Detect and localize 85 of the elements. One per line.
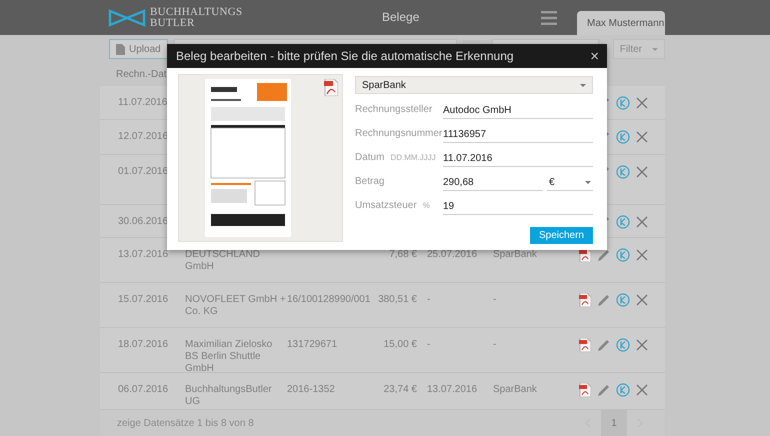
- pdf-icon[interactable]: [579, 293, 591, 307]
- table-cell-text: 13.07.2016: [117, 249, 170, 261]
- table-cell-text: 15,00 €: [382, 339, 417, 351]
- table-cell-text: 15.07.2016: [117, 294, 170, 306]
- k-circle-icon[interactable]: [616, 130, 630, 144]
- input-field[interactable]: 11136957: [443, 127, 593, 143]
- currency-dropdown[interactable]: €: [547, 175, 593, 191]
- table-cell: 131729671: [287, 339, 338, 350]
- input-field[interactable]: 19: [443, 199, 593, 215]
- field-label: Betrag: [355, 176, 384, 187]
- table-cell-text: DEUTSCHLAND GmbH: [185, 249, 262, 273]
- table-cell-text: 23,74 €: [382, 384, 417, 396]
- pencil-icon[interactable]: [597, 294, 610, 306]
- table-cell-text: SparBank: [493, 249, 538, 261]
- table-cell-text: -: [493, 339, 498, 351]
- column-header[interactable]: Rechn.-Dat.: [116, 69, 170, 80]
- logo-text: BUTLER: [150, 18, 196, 28]
- table-cell-text: 11.07.2016: [117, 97, 168, 109]
- table-cell-text: 380,51 €: [377, 294, 417, 306]
- field-label: Umsatzsteuer: [355, 200, 417, 211]
- table-cell-text: -: [426, 339, 432, 351]
- user-tab[interactable]: Max Mustermann: [577, 11, 665, 35]
- pdf-icon[interactable]: [579, 338, 591, 352]
- table-cell-text: 25.07.2016: [426, 249, 478, 261]
- pdf-icon[interactable]: [579, 383, 591, 397]
- delete-icon[interactable]: [636, 131, 648, 143]
- input-field[interactable]: 290,68: [443, 175, 543, 191]
- field-hint: %: [422, 201, 430, 210]
- table-cell: NOVOFLEET GmbH + Co. KG: [185, 294, 287, 318]
- field-label: Rechnungsnummer: [355, 128, 442, 139]
- save-button[interactable]: Speichern: [530, 227, 593, 244]
- table-cell-text: 13.07.2016: [426, 384, 478, 396]
- bowtie-logo-icon: [108, 8, 146, 26]
- close-button[interactable]: ×: [588, 48, 601, 64]
- table-cell-text: 06.07.2016: [117, 384, 170, 396]
- table-cell-text: -: [426, 294, 432, 306]
- page-title: Belege: [382, 10, 420, 24]
- k-circle-icon[interactable]: [616, 165, 630, 179]
- field-hint: DD.MM.JJJJ: [390, 153, 436, 162]
- table-cell-text: 30.06.2016: [117, 216, 170, 228]
- table-row[interactable]: 06.07.2016 BuchhaltungsButler UG 2016-1352 23,74 € 13.07.2016 SparBank: [100, 373, 665, 410]
- upload-button[interactable]: Upload: [109, 39, 168, 59]
- delete-icon[interactable]: [636, 97, 648, 109]
- document-icon: [116, 44, 125, 54]
- delete-icon[interactable]: [636, 384, 648, 396]
- caret-icon: [585, 181, 591, 184]
- table-cell-text: 7,68 €: [388, 249, 417, 261]
- pencil-icon[interactable]: [597, 338, 610, 352]
- delete-icon[interactable]: [636, 249, 648, 261]
- table-cell: 16/100128990/001: [287, 294, 370, 305]
- k-circle-icon[interactable]: [616, 293, 630, 307]
- table-cell-text: SparBank: [493, 384, 538, 396]
- table-row[interactable]: 15.07.2016 NOVOFLEET GmbH + Co. KG 16/100128990/001 380,51 € - -: [100, 283, 665, 328]
- field-label: Datum: [355, 152, 384, 163]
- pencil-icon[interactable]: [597, 384, 610, 396]
- table-cell: 2016-1352: [287, 384, 335, 395]
- pdf-icon[interactable]: [324, 79, 338, 96]
- delete-icon[interactable]: [636, 166, 648, 178]
- account-dropdown[interactable]: SparBank: [355, 76, 593, 94]
- k-circle-icon[interactable]: [616, 215, 630, 229]
- input-field[interactable]: Autodoc GmbH: [443, 103, 593, 119]
- dialog-title: Beleg bearbeiten - bitte prüfen Sie die automatische Erkennung: [176, 49, 514, 63]
- table-cell-text: 18.07.2016: [117, 339, 170, 351]
- table-row[interactable]: 18.07.2016 Maximilian Zielosko BS Berlin Shuttle GmbH 131729671 15,00 € - -: [100, 328, 665, 373]
- caret-icon: [580, 84, 586, 86]
- menu-icon[interactable]: [541, 11, 557, 25]
- field-label: Rechnungssteller: [355, 104, 432, 115]
- k-circle-icon[interactable]: [616, 96, 630, 110]
- table-cell-text: 01.07.2016: [117, 166, 170, 178]
- table-cell-text: BuchhaltungsButler UG: [185, 384, 273, 408]
- page-button[interactable]: 1: [601, 410, 627, 436]
- k-circle-icon[interactable]: [616, 338, 630, 352]
- delete-icon[interactable]: [636, 294, 648, 306]
- table-cell-text: 12.07.2016: [117, 131, 170, 143]
- table-cell-text: Maximilian Zielosko BS Berlin Shuttle GmbH: [185, 339, 274, 375]
- k-circle-icon[interactable]: [616, 383, 630, 397]
- table-cell-text: -: [493, 294, 498, 306]
- k-circle-icon[interactable]: [616, 248, 630, 262]
- delete-icon[interactable]: [636, 339, 648, 351]
- record-count: zeige Datensätze 1 bis 8 von 8: [117, 418, 254, 428]
- pencil-icon[interactable]: [597, 248, 610, 262]
- caret-icon: [652, 48, 658, 50]
- input-field[interactable]: 11.07.2016: [443, 151, 593, 167]
- delete-icon[interactable]: [636, 216, 648, 228]
- logo-text: BUCHHALTUNGS: [150, 6, 242, 18]
